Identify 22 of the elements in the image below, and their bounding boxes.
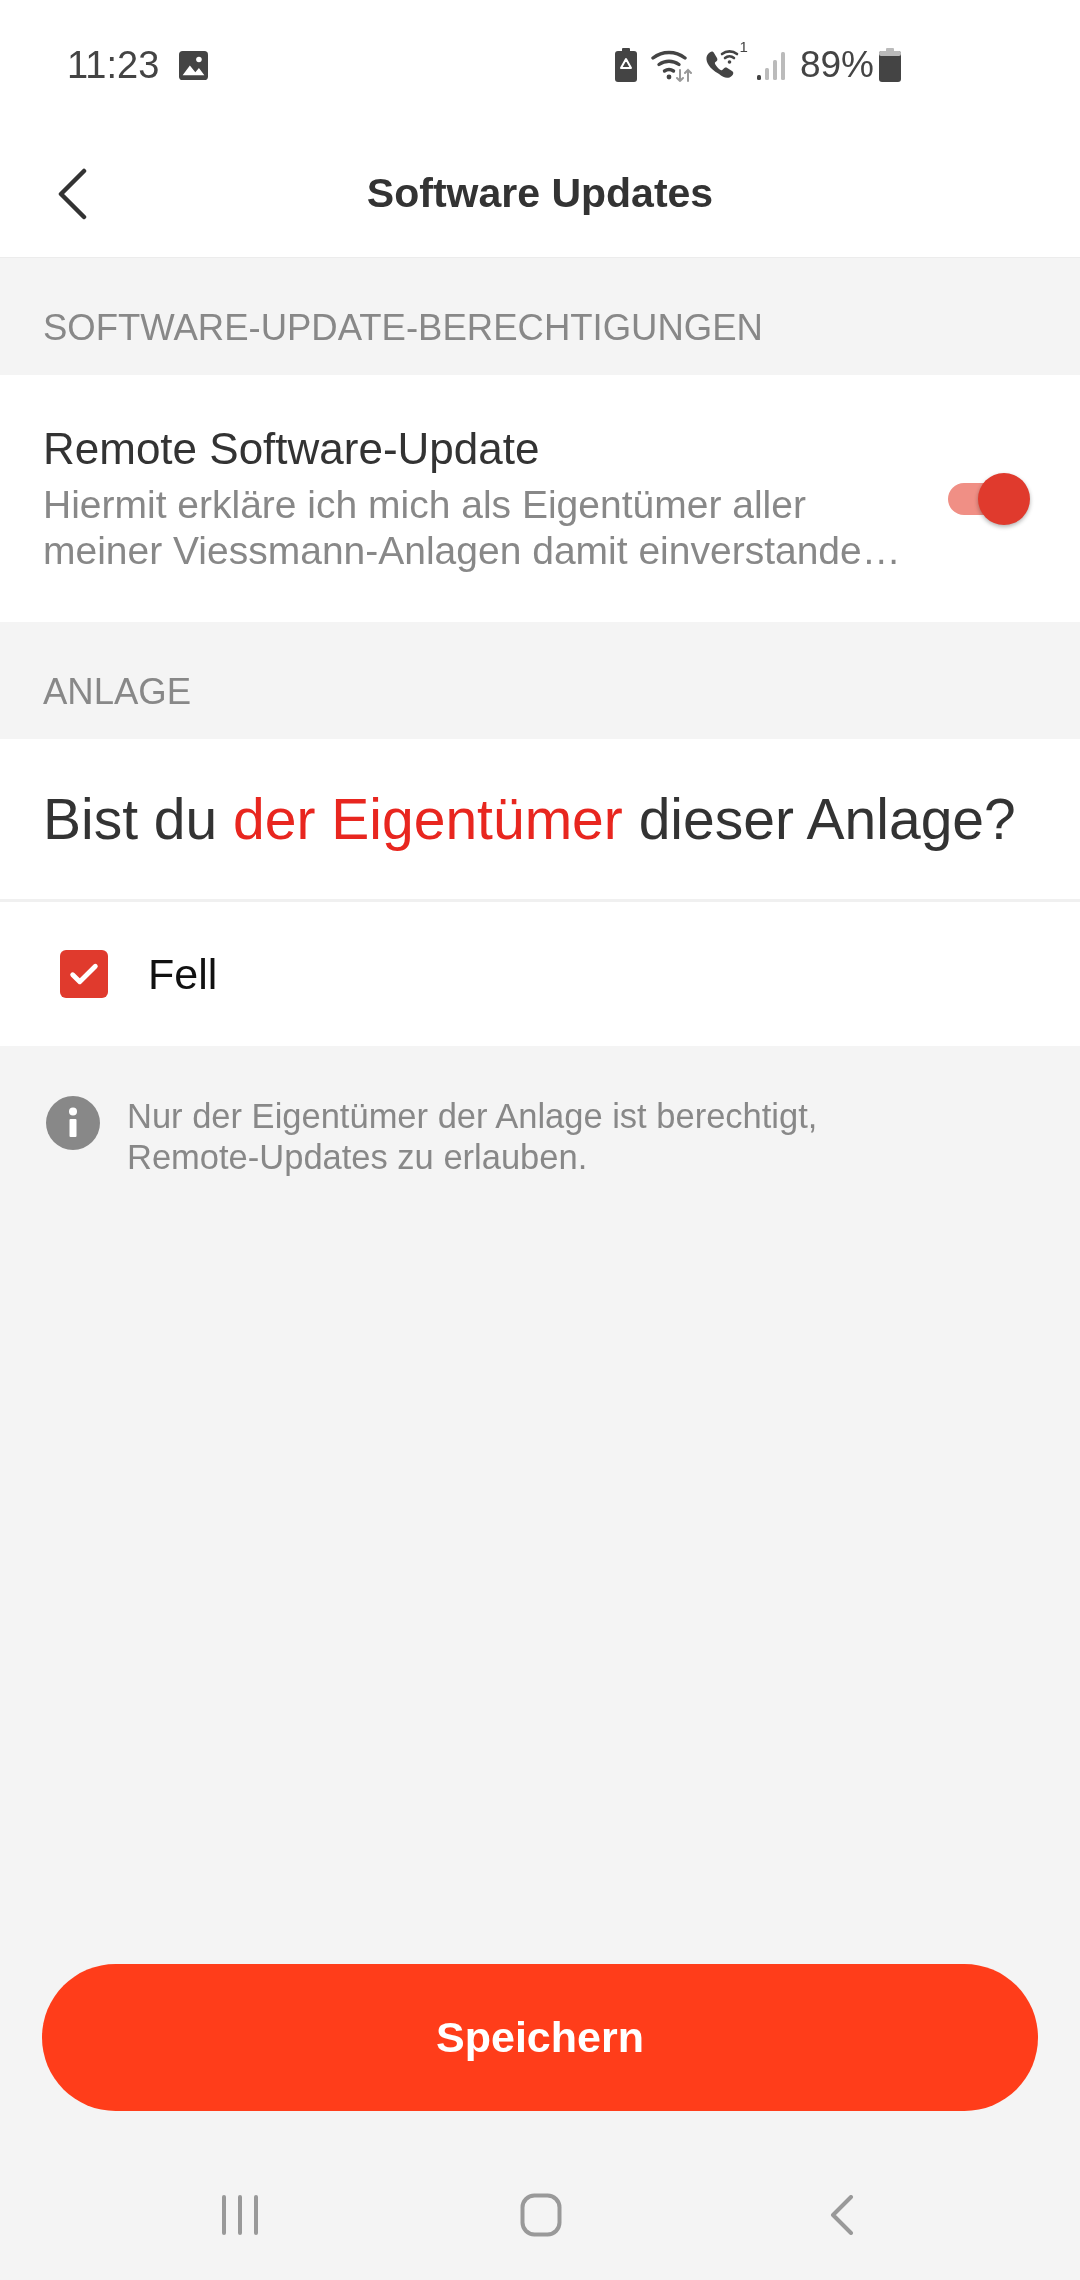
setting-title: Remote Software-Update [43,423,541,474]
home-icon[interactable] [520,2193,562,2237]
info-icon [46,1096,100,1150]
signal-icon [756,50,786,80]
checkbox-label: Fell [148,949,218,999]
battery-icon [879,48,901,82]
image-icon [179,50,209,80]
question-text: Bist du der Eigentümer dieser Anlage? [43,786,1016,852]
recent-apps-icon[interactable] [221,2195,259,2235]
back-icon[interactable] [56,167,88,220]
checkbox[interactable] [60,950,108,998]
save-button[interactable]: Speichern [42,1964,1038,2111]
section-heading: ANLAGE [43,671,192,713]
setting-description: Hiermit erkläre ich mich als Eigentümer aller meiner Viessmann-Anlagen damit einverstande… [43,481,902,574]
sim-number: 1 [739,38,748,57]
info-text: Nur der Eigentümer der Anlage ist berechtigt, Remote-Updates zu erlauben. [127,1096,818,1178]
battery-recycle-icon [614,48,637,82]
battery-percentage: 89% [799,44,874,86]
page-title: Software Updates [366,170,714,217]
status-time: 11:23 [67,44,160,86]
section-heading: SOFTWARE-UPDATE-BERECHTIGUNGEN [43,307,763,349]
wifi-icon [650,48,693,82]
